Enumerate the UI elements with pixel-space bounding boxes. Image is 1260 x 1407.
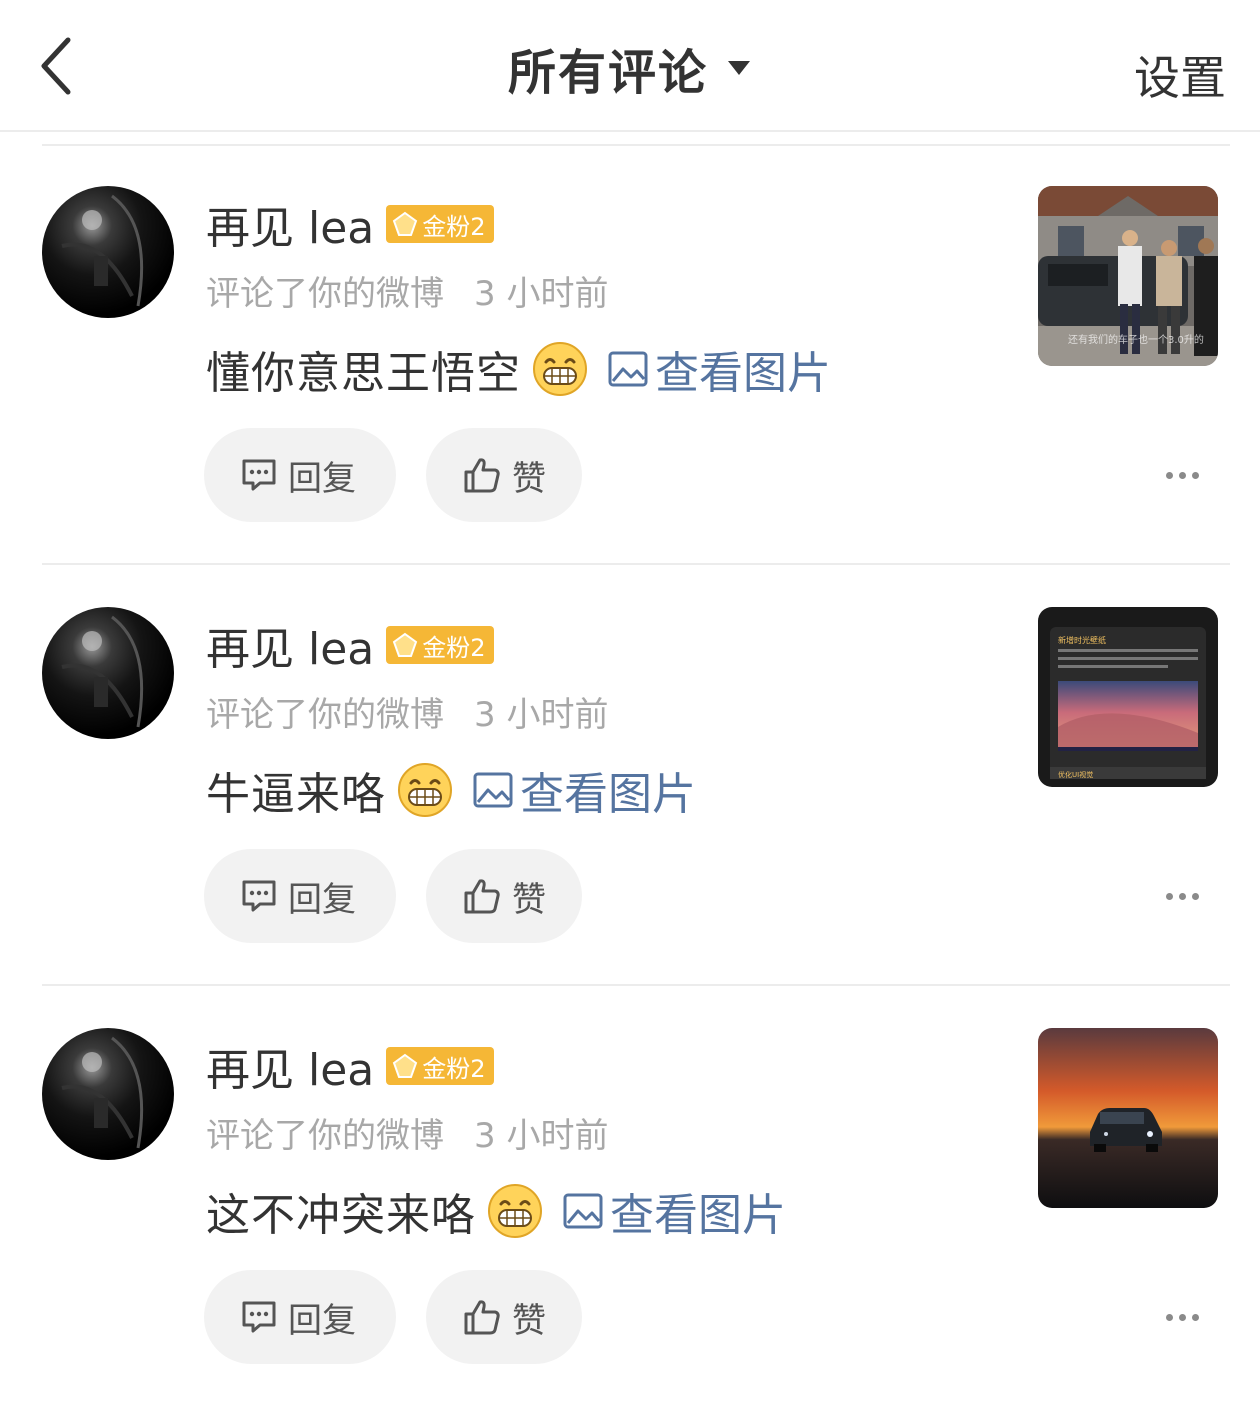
thumbnail-footer: 优化UI视觉 (1058, 770, 1093, 779)
grin-emoji-icon (488, 1184, 542, 1238)
diamond-icon (393, 1053, 418, 1078)
thumbs-up-icon (464, 1300, 500, 1335)
comment-content: 懂你意思王悟空 查看图片 (206, 337, 831, 401)
fan-badge: 金粉2 (386, 1047, 494, 1085)
grin-emoji-icon (398, 763, 452, 817)
dot (1165, 892, 1173, 900)
diamond-icon (393, 632, 418, 657)
username[interactable]: 再见 lea (206, 1034, 374, 1098)
timestamp: 3 小时前 (474, 1116, 609, 1156)
action-text: 评论了你的微博 (206, 695, 444, 735)
thumbs-up-icon (464, 458, 500, 493)
more-options-button[interactable] (1162, 462, 1202, 488)
dot (1191, 1313, 1199, 1321)
comment-content: 这不冲突来咯 查看图片 (206, 1179, 786, 1243)
thumbnail-heading: 新增时光壁纸 (1058, 635, 1106, 645)
dot (1178, 892, 1186, 900)
caret-down-icon (728, 61, 750, 75)
reply-label: 回复 (288, 1300, 356, 1341)
comment-text: 懂你意思王悟空 (206, 348, 521, 399)
settings-button[interactable]: 设置 (1134, 42, 1226, 108)
view-image-link[interactable]: 查看图片 (472, 758, 696, 822)
more-options-button[interactable] (1162, 1304, 1202, 1330)
comment-meta: 评论了你的微博 3 小时前 (206, 1108, 608, 1157)
avatar[interactable] (42, 607, 174, 739)
reply-button[interactable]: 回复 (204, 849, 396, 943)
thumbnail-photo (1038, 1028, 1218, 1208)
timestamp: 3 小时前 (474, 695, 609, 735)
top-nav-bar: 所有评论 设置 (0, 0, 1260, 132)
image-icon (608, 351, 648, 387)
thumbnail-screenshot: 新增时光壁纸 优化UI视觉 (1038, 607, 1218, 787)
dot (1191, 892, 1199, 900)
comment-meta: 评论了你的微博 3 小时前 (206, 687, 608, 736)
action-text: 评论了你的微博 (206, 274, 444, 314)
comment-bubble-icon (242, 880, 276, 912)
username[interactable]: 再见 lea (206, 613, 374, 677)
timestamp: 3 小时前 (474, 274, 609, 314)
like-label: 赞 (512, 879, 546, 920)
comment-actions: 回复 赞 (204, 428, 582, 522)
avatar[interactable] (42, 1028, 174, 1160)
reply-label: 回复 (288, 458, 356, 499)
name-row: 再见 lea 金粉2 (206, 617, 494, 675)
like-button[interactable]: 赞 (426, 428, 582, 522)
dot (1165, 1313, 1173, 1321)
name-row: 再见 lea 金粉2 (206, 1038, 494, 1096)
avatar[interactable] (42, 186, 174, 318)
view-image-link[interactable]: 查看图片 (562, 1179, 786, 1243)
thumbnail-caption: 还有我们的车子也一个3.0升的 (1068, 335, 1204, 346)
view-image-label: 查看图片 (520, 769, 696, 820)
dot (1165, 471, 1173, 479)
reply-label: 回复 (288, 879, 356, 920)
dot (1178, 471, 1186, 479)
reply-button[interactable]: 回复 (204, 428, 396, 522)
fan-badge: 金粉2 (386, 205, 494, 243)
username[interactable]: 再见 lea (206, 192, 374, 256)
badge-label: 金粉2 (422, 212, 486, 241)
comment-bubble-icon (242, 459, 276, 491)
comment-actions: 回复 赞 (204, 1270, 582, 1364)
comment-text: 这不冲突来咯 (206, 1190, 476, 1241)
comment-content: 牛逼来咯 查看图片 (206, 758, 696, 822)
diamond-icon (393, 211, 418, 236)
comment-list: 再见 lea 金粉2 评论了你的微博 3 小时前 懂你意思王悟空 查看图片 回复… (0, 144, 1260, 1407)
avatar-image (61, 615, 144, 728)
comment-item: 再见 lea 金粉2 评论了你的微博 3 小时前 牛逼来咯 查看图片 回复 赞 … (0, 565, 1260, 986)
post-thumbnail[interactable]: 新增时光壁纸 优化UI视觉 (1038, 607, 1218, 787)
name-row: 再见 lea 金粉2 (206, 196, 494, 254)
like-button[interactable]: 赞 (426, 1270, 582, 1364)
comment-actions: 回复 赞 (204, 849, 582, 943)
reply-button[interactable]: 回复 (204, 1270, 396, 1364)
view-image-link[interactable]: 查看图片 (607, 337, 831, 401)
page-title: 所有评论 (507, 45, 708, 101)
thumbs-up-icon (464, 879, 500, 914)
comment-bubble-icon (242, 1301, 276, 1333)
comment-meta: 评论了你的微博 3 小时前 (206, 266, 608, 315)
avatar-image (61, 194, 144, 307)
badge-label: 金粉2 (422, 633, 486, 662)
image-icon (563, 1193, 603, 1229)
comment-item: 再见 lea 金粉2 评论了你的微博 3 小时前 懂你意思王悟空 查看图片 回复… (0, 144, 1260, 565)
like-button[interactable]: 赞 (426, 849, 582, 943)
comment-item: 再见 lea 金粉2 评论了你的微博 3 小时前 这不冲突来咯 查看图片 回复 … (0, 986, 1260, 1407)
view-image-label: 查看图片 (655, 348, 831, 399)
view-image-label: 查看图片 (610, 1190, 786, 1241)
comment-filter-dropdown[interactable]: 所有评论 (0, 36, 1260, 101)
like-label: 赞 (512, 1300, 546, 1341)
dot (1191, 471, 1199, 479)
action-text: 评论了你的微博 (206, 1116, 444, 1156)
avatar-image (61, 1036, 144, 1149)
image-icon (473, 772, 513, 808)
comment-text: 牛逼来咯 (206, 769, 386, 820)
more-options-button[interactable] (1162, 883, 1202, 909)
badge-label: 金粉2 (422, 1054, 486, 1083)
like-label: 赞 (512, 458, 546, 499)
fan-badge: 金粉2 (386, 626, 494, 664)
dot (1178, 1313, 1186, 1321)
post-thumbnail[interactable]: 还有我们的车子也一个3.0升的 (1038, 186, 1218, 366)
grin-emoji-icon (533, 342, 587, 396)
post-thumbnail[interactable] (1038, 1028, 1218, 1208)
